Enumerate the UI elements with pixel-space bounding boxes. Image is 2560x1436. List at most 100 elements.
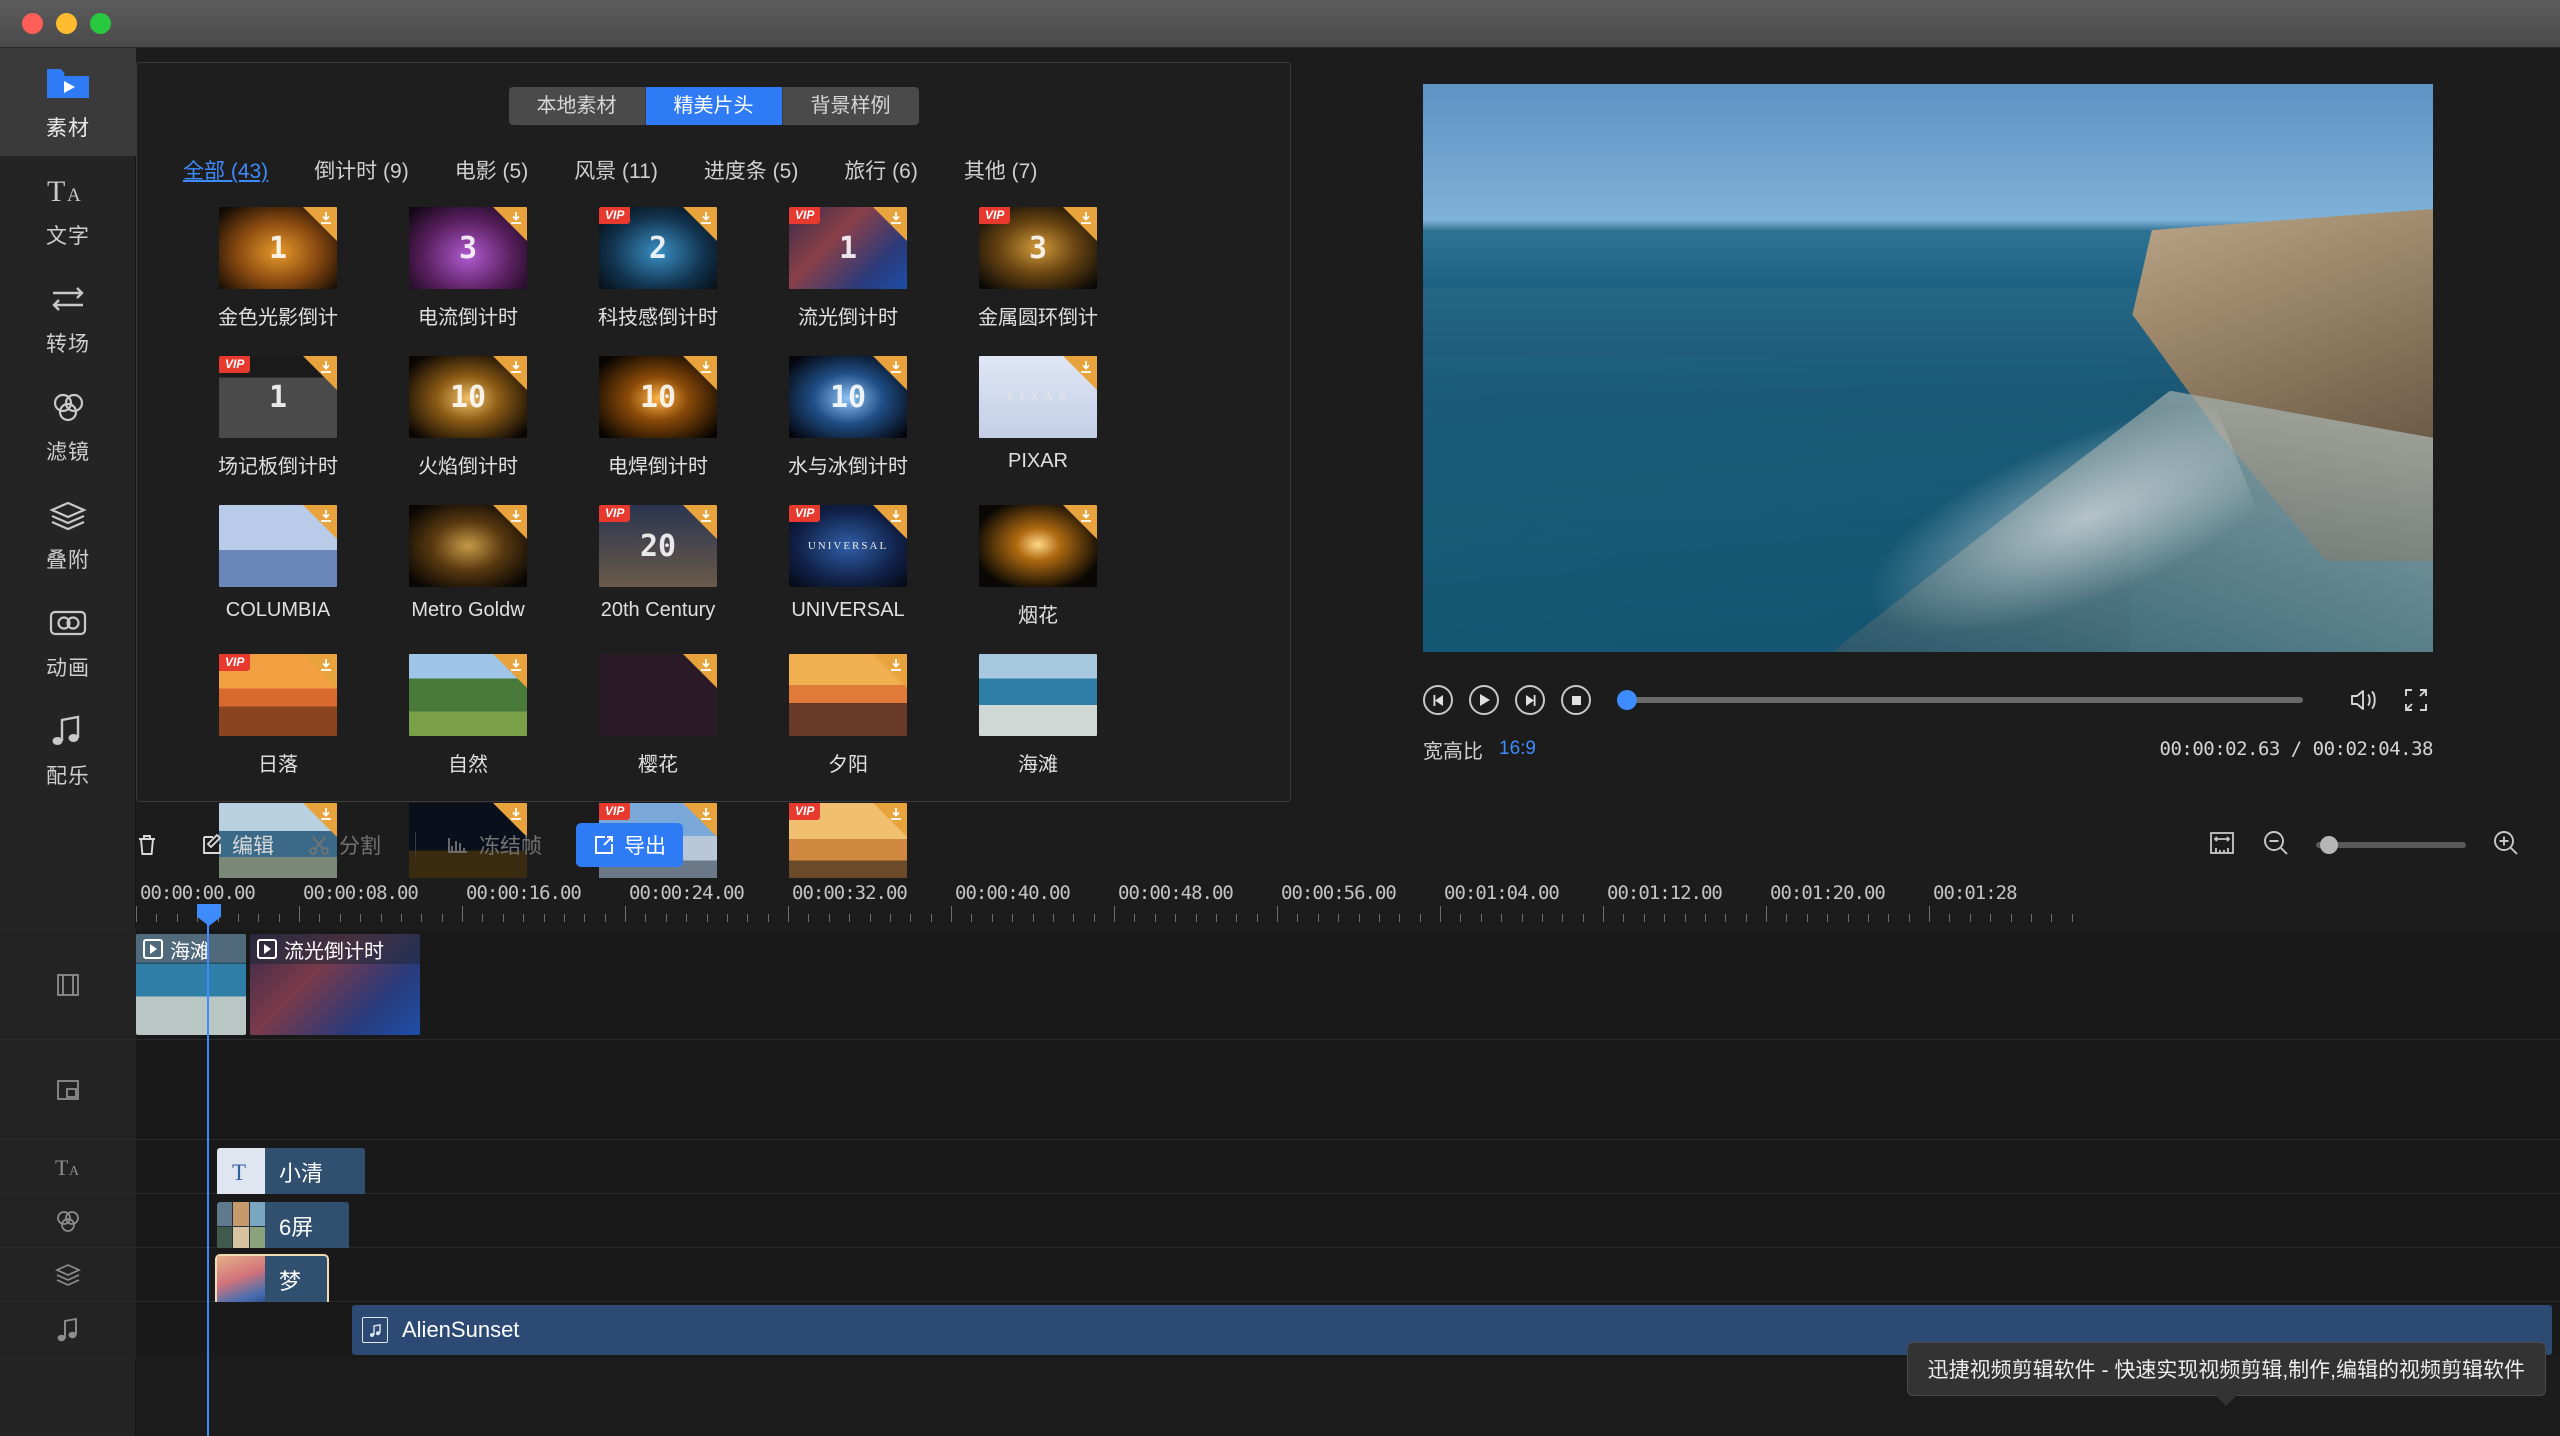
timeline-clip[interactable]: 流光倒计时 <box>250 934 420 1035</box>
category-other[interactable]: 其他 (7) <box>964 155 1038 185</box>
download-icon[interactable] <box>318 508 334 524</box>
asset-card[interactable]: 烟花 <box>943 505 1133 628</box>
download-icon[interactable] <box>698 359 714 375</box>
asset-card[interactable]: 20 VIP 20th Century <box>563 505 753 628</box>
category-movie[interactable]: 电影 (5) <box>455 155 529 185</box>
sunset-thumbnail[interactable]: VIP <box>219 654 337 736</box>
track-lane-overlay[interactable]: 梦 <box>136 1248 2560 1306</box>
download-icon[interactable] <box>1078 508 1094 524</box>
download-icon[interactable] <box>508 657 524 673</box>
tech-globe-countdown-thumbnail[interactable]: 2 VIP <box>599 207 717 289</box>
asset-card[interactable]: P I X A R PIXAR <box>943 356 1133 479</box>
download-icon[interactable] <box>318 210 334 226</box>
track-header-pip[interactable] <box>0 1040 136 1139</box>
asset-card[interactable]: Metro Goldw <box>373 505 563 628</box>
track-lane-pip[interactable] <box>136 1040 2560 1139</box>
track-header-music[interactable] <box>0 1302 136 1358</box>
download-icon[interactable] <box>318 657 334 673</box>
category-countdown[interactable]: 倒计时 (9) <box>314 155 409 185</box>
export-button[interactable]: 导出 <box>576 823 683 867</box>
asset-card[interactable]: 10 火焰倒计时 <box>373 356 563 479</box>
metal-ring-countdown-thumbnail[interactable]: 3 VIP <box>979 207 1097 289</box>
fullscreen-icon[interactable] <box>2399 685 2433 715</box>
timeline-clip[interactable]: 6屏 <box>217 1202 349 1250</box>
minimize-button[interactable] <box>56 13 77 34</box>
universal-logo-thumbnail[interactable]: UNIVERSAL VIP <box>789 505 907 587</box>
asset-card[interactable]: 1 金色光影倒计 <box>183 207 373 330</box>
asset-card[interactable]: 3 VIP 金属圆环倒计 <box>943 207 1133 330</box>
step-back-button[interactable] <box>1423 685 1453 715</box>
download-icon[interactable] <box>1078 210 1094 226</box>
asset-card[interactable]: 夕阳 <box>753 654 943 777</box>
nature-thumbnail[interactable] <box>409 654 527 736</box>
timeline-clip[interactable]: 梦 <box>215 1254 329 1306</box>
track-header-overlay[interactable] <box>0 1248 136 1301</box>
asset-card[interactable]: 自然 <box>373 654 563 777</box>
beach-thumbnail[interactable] <box>979 654 1097 736</box>
pixar-logo-thumbnail[interactable]: P I X A R <box>979 356 1097 438</box>
split-button[interactable]: 分割 <box>308 830 381 860</box>
fit-to-window-icon[interactable] <box>2208 829 2236 862</box>
play-button[interactable] <box>1469 685 1499 715</box>
download-icon[interactable] <box>508 508 524 524</box>
timeline-clip[interactable]: T 小清 <box>217 1148 365 1196</box>
asset-card[interactable]: 10 水与冰倒计时 <box>753 356 943 479</box>
columbia-logo-thumbnail[interactable] <box>219 505 337 587</box>
timeline-zoom-slider[interactable] <box>2316 836 2466 854</box>
track-lane-text[interactable]: T 小清 <box>136 1140 2560 1196</box>
sidebar-item-music[interactable]: 配乐 <box>0 696 136 804</box>
download-icon[interactable] <box>318 359 334 375</box>
track-lane-filter[interactable]: 6屏 <box>136 1194 2560 1250</box>
close-button[interactable] <box>22 13 43 34</box>
download-icon[interactable] <box>888 508 904 524</box>
cherry-blossom-thumbnail[interactable] <box>599 654 717 736</box>
track-lane-video[interactable]: 海滩 流光倒计时 <box>136 930 2560 1039</box>
timeline-clip[interactable]: 海滩 <box>136 934 246 1035</box>
zoom-in-icon[interactable] <box>2492 829 2520 862</box>
gold-light-countdown-thumbnail[interactable]: 1 <box>219 207 337 289</box>
track-header-text[interactable]: TA <box>0 1140 136 1193</box>
timeline-ruler[interactable]: 00:00:00.00 00:00:08.00 00:00:16.00 00:00:2… <box>136 878 2560 930</box>
sidebar-item-media[interactable]: 素材 <box>0 48 136 156</box>
scrubber-handle[interactable] <box>1617 690 1638 710</box>
download-icon[interactable] <box>508 359 524 375</box>
20th-century-logo-thumbnail[interactable]: 20 VIP <box>599 505 717 587</box>
track-header-video[interactable] <box>0 930 136 1039</box>
download-icon[interactable] <box>698 508 714 524</box>
asset-card[interactable]: 樱花 <box>563 654 753 777</box>
asset-card[interactable]: 海滩 <box>943 654 1133 777</box>
tab-local-media[interactable]: 本地素材 <box>508 87 646 125</box>
asset-card[interactable]: 10 电焊倒计时 <box>563 356 753 479</box>
category-scenery[interactable]: 风景 (11) <box>574 155 658 185</box>
tab-intro-titles[interactable]: 精美片头 <box>645 87 783 125</box>
download-icon[interactable] <box>508 210 524 226</box>
zoom-slider-handle[interactable] <box>2320 836 2338 854</box>
aspect-ratio-value[interactable]: 16:9 <box>1499 738 1536 760</box>
fireworks-thumbnail[interactable] <box>979 505 1097 587</box>
volume-icon[interactable] <box>2347 685 2381 715</box>
category-travel[interactable]: 旅行 (6) <box>844 155 918 185</box>
category-progressbar[interactable]: 进度条 (5) <box>704 155 799 185</box>
asset-card[interactable]: 3 电流倒计时 <box>373 207 563 330</box>
stop-button[interactable] <box>1561 685 1591 715</box>
electric-countdown-thumbnail[interactable]: 3 <box>409 207 527 289</box>
edit-button[interactable]: 编辑 <box>201 830 274 860</box>
asset-card[interactable]: 2 VIP 科技感倒计时 <box>563 207 753 330</box>
download-icon[interactable] <box>888 359 904 375</box>
video-preview[interactable] <box>1423 84 2433 652</box>
flame-countdown-thumbnail[interactable]: 10 <box>409 356 527 438</box>
tab-backgrounds[interactable]: 背景样例 <box>782 87 919 125</box>
preview-scrubber[interactable] <box>1617 690 2303 710</box>
category-all[interactable]: 全部 (43) <box>183 155 268 185</box>
mgm-logo-thumbnail[interactable] <box>409 505 527 587</box>
welding-countdown-thumbnail[interactable]: 10 <box>599 356 717 438</box>
asset-card[interactable]: 1 VIP 场记板倒计时 <box>183 356 373 479</box>
download-icon[interactable] <box>1078 359 1094 375</box>
asset-card[interactable]: VIP 日落 <box>183 654 373 777</box>
flowing-light-countdown-thumbnail[interactable]: 1 VIP <box>789 207 907 289</box>
download-icon[interactable] <box>698 657 714 673</box>
sidebar-item-transition[interactable]: 转场 <box>0 264 136 372</box>
asset-card[interactable]: UNIVERSAL VIP UNIVERSAL <box>753 505 943 628</box>
asset-card[interactable]: COLUMBIA <box>183 505 373 628</box>
step-forward-button[interactable] <box>1515 685 1545 715</box>
